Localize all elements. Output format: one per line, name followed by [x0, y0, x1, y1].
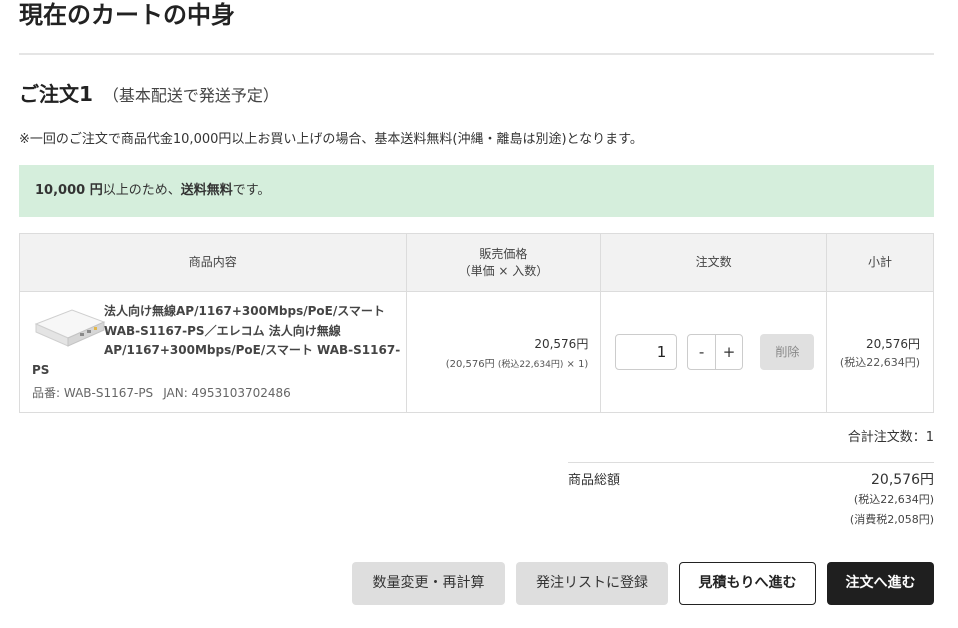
- proceed-to-quote-button[interactable]: 見積もりへ進む: [679, 562, 816, 605]
- delete-button[interactable]: 削除: [760, 334, 815, 370]
- subtotal-tax: (税込22,634円): [839, 355, 920, 369]
- header-price-detail: （単価 × 入数）: [458, 263, 549, 278]
- title-divider: [19, 53, 934, 55]
- goods-total-incl-tax: (税込22,634円): [853, 493, 934, 506]
- product-cell: 法人向け無線AP/1167+300Mbps/PoE/スマート WAB-S1167…: [19, 291, 407, 413]
- table-row: 法人向け無線AP/1167+300Mbps/PoE/スマート WAB-S1167…: [19, 291, 934, 413]
- recalculate-button[interactable]: 数量変更・再計算: [352, 562, 505, 605]
- shipping-method-note: （基本配送で発送予定）: [102, 86, 279, 105]
- total-order-count: 合計注文数：1: [848, 426, 934, 445]
- total-count-value: 1: [925, 430, 934, 445]
- consumption-tax: (消費税2,058円): [849, 513, 934, 526]
- header-product: 商品内容: [19, 233, 407, 292]
- subtotal-cell: 20,576円 (税込22,634円): [826, 291, 934, 413]
- order-number: ご注文1: [19, 82, 93, 106]
- free-text-mid: 以上のため、: [102, 183, 181, 198]
- product-codes: 品番: WAB-S1167-PS JAN: 4953103702486: [32, 384, 301, 401]
- free-shipping-label: 送料無料: [180, 183, 233, 198]
- increment-button[interactable]: +: [716, 335, 743, 369]
- free-text-end: です。: [232, 183, 271, 198]
- product-sku: 品番: WAB-S1167-PS: [32, 386, 154, 400]
- order-summary: 商品総額 20,576円 (税込22,634円) (消費税2,058円): [568, 462, 934, 526]
- proceed-to-order-button[interactable]: 注文へ進む: [827, 562, 934, 605]
- product-name-link[interactable]: 法人向け無線AP/1167+300Mbps/PoE/スマート WAB-S1167…: [32, 302, 402, 380]
- free-threshold: 10,000 円: [35, 183, 103, 198]
- qty-cell: - + 削除: [600, 291, 828, 413]
- decrement-button[interactable]: -: [688, 335, 716, 369]
- page-title: 現在のカートの中身: [19, 1, 235, 29]
- subtotal-amount: 20,576円: [866, 336, 920, 351]
- header-price: 販売価格 （単価 × 入数）: [405, 233, 602, 292]
- breakdown-price: (20,576円: [445, 358, 498, 370]
- breakdown-multiplier: × 1): [563, 358, 589, 370]
- free-shipping-notice: ※一回のご注文で商品代金10,000円以上お買い上げの場合、基本送料無料(沖縄・…: [19, 132, 643, 147]
- unit-price: 20,576円: [534, 336, 589, 351]
- cart-table-header: 商品内容 販売価格 （単価 × 入数） 注文数 小計: [19, 233, 934, 292]
- quantity-input[interactable]: [615, 334, 678, 370]
- total-count-label: 合計注文数：: [847, 430, 926, 445]
- header-subtotal: 小計: [826, 233, 934, 292]
- cart-table: 商品内容 販売価格 （単価 × 入数） 注文数 小計 法人向け無線AP/1167…: [19, 233, 934, 413]
- product-jan: JAN: 4953103702486: [163, 386, 291, 400]
- header-price-label: 販売価格: [479, 246, 528, 261]
- add-to-order-list-button[interactable]: 発注リストに登録: [516, 562, 668, 605]
- header-qty: 注文数: [600, 233, 828, 292]
- price-breakdown: (20,576円 (税込22,634円) × 1): [407, 355, 589, 370]
- price-cell: 20,576円 (20,576円 (税込22,634円) × 1): [405, 291, 602, 413]
- breakdown-tax: (税込22,634円): [497, 359, 564, 370]
- goods-total-amount: 20,576円: [871, 472, 934, 488]
- quantity-stepper: - +: [687, 334, 744, 370]
- goods-total-label: 商品総額: [568, 473, 621, 488]
- free-shipping-banner: 10,000 円以上のため、送料無料です。: [19, 165, 934, 217]
- order-heading: ご注文1 （基本配送で発送予定）: [19, 80, 279, 110]
